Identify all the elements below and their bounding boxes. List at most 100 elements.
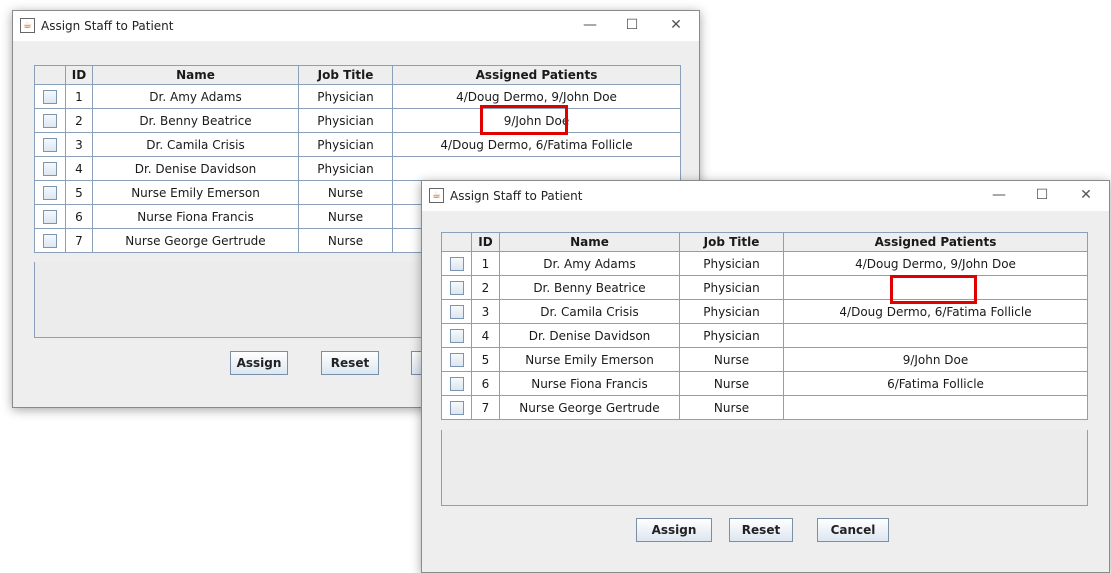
select-cell[interactable]	[34, 228, 66, 253]
cancel-button[interactable]: Cancel	[817, 518, 889, 542]
row-checkbox[interactable]	[43, 161, 57, 176]
reset-button[interactable]: Reset	[729, 518, 793, 542]
row-checkbox[interactable]	[449, 400, 464, 415]
row-checkbox[interactable]	[43, 233, 57, 248]
id-cell[interactable]: 2	[65, 108, 93, 133]
assign-button[interactable]: Assign	[636, 518, 712, 542]
assigned-patients-cell[interactable]	[783, 323, 1088, 348]
assigned-patients-cell[interactable]: 4/Doug Dermo, 9/John Doe	[783, 251, 1088, 276]
table-row[interactable]: 6 Nurse Fiona Francis Nurse 6/Fatima Follic…	[441, 371, 1088, 396]
column-header-select[interactable]	[34, 65, 66, 85]
reset-button[interactable]: Reset	[321, 351, 379, 375]
select-cell[interactable]	[441, 323, 472, 348]
table-row[interactable]: 3 Dr. Camila Crisis Physician 4/Doug Dermo,…	[34, 132, 681, 157]
name-cell[interactable]: Dr. Denise Davidson	[92, 156, 299, 181]
title-bar[interactable]: ☕ Assign Staff to Patient — ☐ ✕	[422, 181, 1109, 211]
name-cell[interactable]: Dr. Denise Davidson	[499, 323, 680, 348]
column-header-select[interactable]	[441, 232, 472, 252]
column-header[interactable]: Assigned Patients	[392, 65, 681, 85]
table-row[interactable]: 1 Dr. Amy Adams Physician 4/Doug Dermo, 9/J…	[441, 251, 1088, 276]
select-cell[interactable]	[34, 180, 66, 205]
select-cell[interactable]	[34, 132, 66, 157]
minimize-icon[interactable]: —	[579, 16, 601, 34]
assign-button[interactable]: Assign	[230, 351, 288, 375]
select-cell[interactable]	[441, 299, 472, 324]
row-checkbox[interactable]	[449, 304, 464, 319]
table-row[interactable]: 4 Dr. Denise Davidson Physician	[34, 156, 681, 181]
select-cell[interactable]	[441, 347, 472, 372]
name-cell[interactable]: Dr. Amy Adams	[499, 251, 680, 276]
close-icon[interactable]: ✕	[1075, 186, 1097, 204]
row-checkbox[interactable]	[449, 256, 464, 271]
name-cell[interactable]: Nurse Fiona Francis	[92, 204, 299, 229]
assigned-patients-cell[interactable]	[783, 395, 1088, 420]
row-checkbox[interactable]	[449, 328, 464, 343]
job-title-cell[interactable]: Nurse	[298, 228, 393, 253]
row-checkbox[interactable]	[449, 376, 464, 391]
name-cell[interactable]: Nurse George Gertrude	[499, 395, 680, 420]
column-header[interactable]: ID	[471, 232, 500, 252]
select-cell[interactable]	[441, 395, 472, 420]
select-cell[interactable]	[441, 371, 472, 396]
id-cell[interactable]: 7	[471, 395, 500, 420]
name-cell[interactable]: Dr. Camila Crisis	[92, 132, 299, 157]
table-row[interactable]: 5 Nurse Emily Emerson Nurse 9/John Doe	[441, 347, 1088, 372]
table-row[interactable]: 2 Dr. Benny Beatrice Physician	[441, 275, 1088, 300]
select-cell[interactable]	[34, 108, 66, 133]
table-row[interactable]: 7 Nurse George Gertrude Nurse	[441, 395, 1088, 420]
name-cell[interactable]: Nurse Fiona Francis	[499, 371, 680, 396]
name-cell[interactable]: Nurse Emily Emerson	[499, 347, 680, 372]
select-cell[interactable]	[34, 156, 66, 181]
job-title-cell[interactable]: Nurse	[298, 204, 393, 229]
job-title-cell[interactable]: Nurse	[679, 395, 784, 420]
assigned-patients-cell[interactable]: 9/John Doe	[783, 347, 1088, 372]
row-checkbox[interactable]	[43, 113, 57, 128]
column-header[interactable]: Job Title	[298, 65, 393, 85]
table-row[interactable]: 3 Dr. Camila Crisis Physician 4/Doug Dermo,…	[441, 299, 1088, 324]
id-cell[interactable]: 3	[65, 132, 93, 157]
column-header[interactable]: Job Title	[679, 232, 784, 252]
job-title-cell[interactable]: Nurse	[679, 347, 784, 372]
job-title-cell[interactable]: Physician	[679, 299, 784, 324]
column-header[interactable]: ID	[65, 65, 93, 85]
id-cell[interactable]: 5	[471, 347, 500, 372]
name-cell[interactable]: Dr. Amy Adams	[92, 84, 299, 109]
job-title-cell[interactable]: Physician	[298, 132, 393, 157]
select-cell[interactable]	[441, 251, 472, 276]
job-title-cell[interactable]: Physician	[679, 251, 784, 276]
table-row[interactable]: 4 Dr. Denise Davidson Physician	[441, 323, 1088, 348]
row-checkbox[interactable]	[43, 185, 57, 200]
row-checkbox[interactable]	[43, 89, 57, 104]
name-cell[interactable]: Dr. Benny Beatrice	[92, 108, 299, 133]
assigned-patients-cell[interactable]: 6/Fatima Follicle	[783, 371, 1088, 396]
job-title-cell[interactable]: Nurse	[679, 371, 784, 396]
job-title-cell[interactable]: Physician	[298, 156, 393, 181]
job-title-cell[interactable]: Physician	[679, 275, 784, 300]
column-header[interactable]: Name	[92, 65, 299, 85]
row-checkbox[interactable]	[449, 352, 464, 367]
id-cell[interactable]: 4	[65, 156, 93, 181]
select-cell[interactable]	[34, 204, 66, 229]
column-header[interactable]: Assigned Patients	[783, 232, 1088, 252]
name-cell[interactable]: Nurse Emily Emerson	[92, 180, 299, 205]
job-title-cell[interactable]: Physician	[298, 108, 393, 133]
title-bar[interactable]: ☕ Assign Staff to Patient — ☐ ✕	[13, 11, 699, 41]
assigned-patients-cell[interactable]: 4/Doug Dermo, 6/Fatima Follicle	[392, 132, 681, 157]
name-cell[interactable]: Dr. Camila Crisis	[499, 299, 680, 324]
id-cell[interactable]: 1	[65, 84, 93, 109]
row-checkbox[interactable]	[449, 280, 464, 295]
maximize-icon[interactable]: ☐	[621, 16, 643, 34]
job-title-cell[interactable]: Physician	[298, 84, 393, 109]
id-cell[interactable]: 1	[471, 251, 500, 276]
id-cell[interactable]: 5	[65, 180, 93, 205]
select-cell[interactable]	[441, 275, 472, 300]
job-title-cell[interactable]: Physician	[679, 323, 784, 348]
name-cell[interactable]: Nurse George Gertrude	[92, 228, 299, 253]
id-cell[interactable]: 6	[471, 371, 500, 396]
id-cell[interactable]: 3	[471, 299, 500, 324]
row-checkbox[interactable]	[43, 209, 57, 224]
close-icon[interactable]: ✕	[665, 16, 687, 34]
assigned-patients-cell[interactable]	[392, 156, 681, 181]
table-row[interactable]: 2 Dr. Benny Beatrice Physician 9/John Doe	[34, 108, 681, 133]
name-cell[interactable]: Dr. Benny Beatrice	[499, 275, 680, 300]
